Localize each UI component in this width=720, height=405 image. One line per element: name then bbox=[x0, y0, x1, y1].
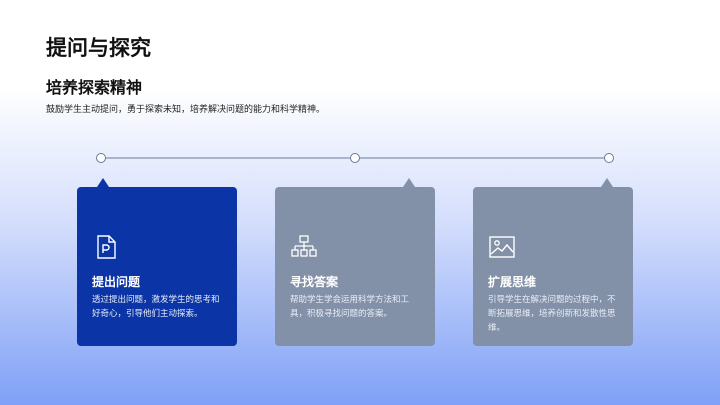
page-title: 提问与探究 bbox=[46, 36, 151, 60]
section-description: 鼓励学生主动提问，勇于探索未知，培养解决问题的能力和科学精神。 bbox=[46, 105, 326, 115]
document-p-icon bbox=[97, 235, 116, 259]
card-expand-thinking: 扩展思维 引导学生在解决问题的过程中，不断拓展思维，培养创新和发散性思维。 bbox=[473, 178, 633, 346]
card-text: 帮助学生学会运用科学方法和工具，积极寻找问题的答案。 bbox=[290, 295, 410, 319]
timeline-node bbox=[604, 153, 614, 163]
card-text: 引导学生在解决问题的过程中，不断拓展思维，培养创新和发散性思维。 bbox=[488, 295, 616, 333]
card-ask-question: 提出问题 透过提出问题，激发学生的思考和好奇心，引导他们主动探索。 bbox=[77, 178, 237, 346]
flowchart-icon bbox=[291, 235, 317, 257]
card-title: 寻找答案 bbox=[290, 275, 339, 289]
image-icon bbox=[489, 236, 515, 258]
card-title: 扩展思维 bbox=[488, 275, 537, 289]
card-title: 提出问题 bbox=[92, 275, 141, 289]
timeline-node bbox=[350, 153, 360, 163]
section-subtitle: 培养探索精神 bbox=[46, 78, 143, 97]
card-text: 透过提出问题，激发学生的思考和好奇心，引导他们主动探索。 bbox=[92, 295, 220, 319]
card-find-answer: 寻找答案 帮助学生学会运用科学方法和工具，积极寻找问题的答案。 bbox=[275, 178, 435, 346]
timeline-node bbox=[96, 153, 106, 163]
